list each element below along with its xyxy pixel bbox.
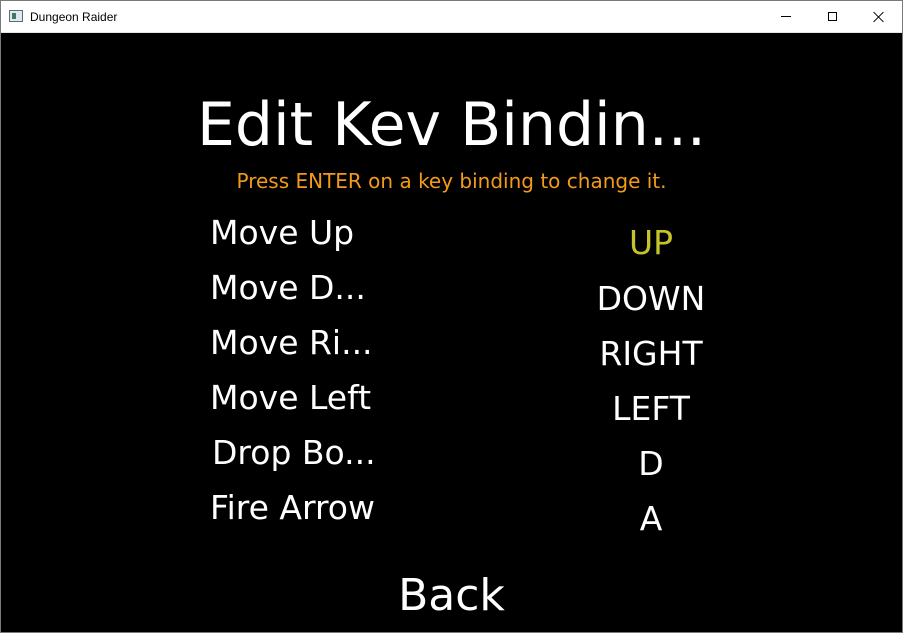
binding-key-drop-bomb[interactable]: D (561, 444, 741, 484)
binding-action-fire-arrow[interactable]: Fire Arrow (210, 488, 375, 528)
binding-key-move-left[interactable]: LEFT (561, 389, 741, 429)
page-title: Edit Kev Bindin... (197, 90, 706, 160)
title-bar[interactable]: Dungeon Raider (1, 1, 902, 33)
window-title: Dungeon Raider (30, 10, 118, 24)
maximize-button[interactable] (809, 1, 855, 32)
game-canvas: Edit Kev Bindin... Press ENTER on a key … (1, 33, 902, 632)
binding-action-drop-bomb[interactable]: Drop Bo... (212, 433, 376, 473)
app-window-icon (9, 10, 23, 22)
binding-key-move-down[interactable]: DOWN (561, 279, 741, 319)
back-button[interactable]: Back (1, 570, 902, 622)
binding-key-move-right[interactable]: RIGHT (561, 334, 741, 374)
minimize-icon (781, 16, 791, 17)
binding-key-move-up[interactable]: UP (561, 223, 741, 263)
binding-action-move-up[interactable]: Move Up (210, 213, 354, 253)
app-window: Dungeon Raider Edit Kev Bindin... Press … (0, 0, 903, 633)
binding-action-move-left[interactable]: Move Left (210, 378, 371, 418)
binding-key-fire-arrow[interactable]: A (561, 499, 741, 539)
instruction-text: Press ENTER on a key binding to change i… (236, 169, 667, 193)
close-icon (873, 11, 884, 22)
maximize-icon (827, 12, 837, 21)
close-button[interactable] (855, 1, 901, 32)
binding-action-move-right[interactable]: Move Ri... (210, 323, 373, 363)
binding-action-move-down[interactable]: Move D... (210, 268, 366, 308)
minimize-button[interactable] (763, 1, 809, 32)
